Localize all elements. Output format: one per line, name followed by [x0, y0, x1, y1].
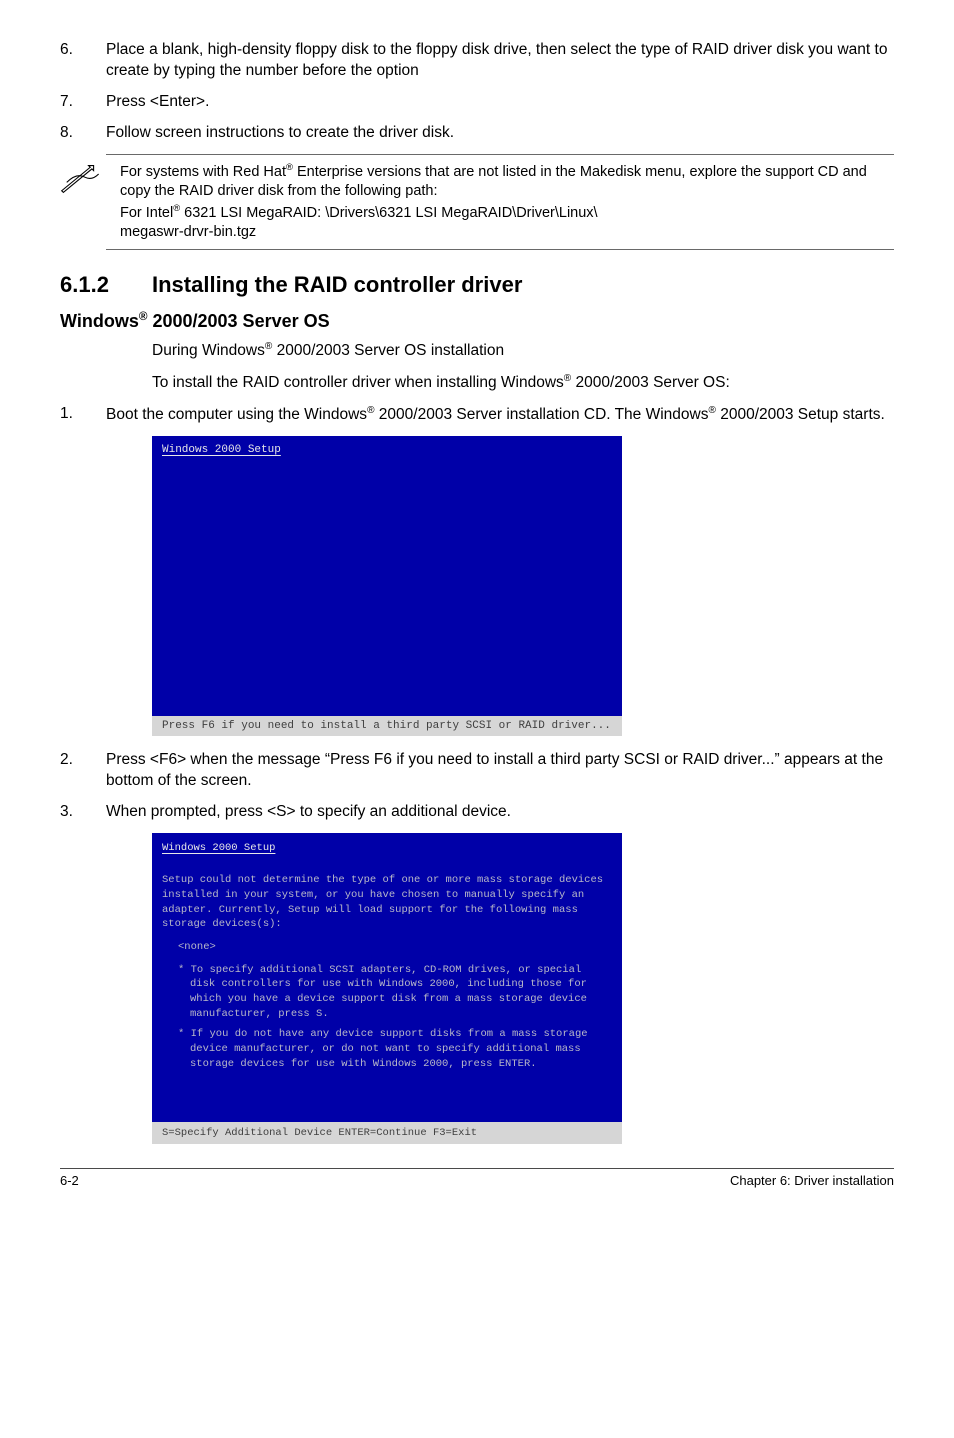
page-footer: 6-2 Chapter 6: Driver installation — [60, 1168, 894, 1188]
bs2-bullet1: * To specify additional SCSI adapters, C… — [178, 963, 612, 1022]
bs2-none: <none> — [178, 940, 612, 955]
note-icon — [60, 161, 120, 243]
subhead-pre: Windows — [60, 311, 139, 331]
setup-screenshot-2: Windows 2000 Setup Setup could not deter… — [152, 833, 894, 1145]
bs2-footer: S=Specify Additional Device ENTER=Contin… — [152, 1122, 622, 1145]
section-title: Installing the RAID controller driver — [152, 272, 522, 298]
footer-right: Chapter 6: Driver installation — [730, 1173, 894, 1188]
step-text: Press <Enter>. — [106, 92, 894, 113]
footer-left: 6-2 — [60, 1173, 79, 1188]
step-number: 7. — [60, 92, 106, 113]
note-line1a: For systems with Red Hat — [120, 164, 286, 180]
step-number: 8. — [60, 123, 106, 144]
bs1-footer: Press F6 if you need to install a third … — [152, 716, 622, 736]
intro-paragraph-2: To install the RAID controller driver wh… — [152, 372, 894, 394]
intro2-pre: To install the RAID controller driver wh… — [152, 374, 564, 391]
note-text: For systems with Red Hat® Enterprise ver… — [120, 161, 894, 243]
intro-paragraph-1: During Windows® 2000/2003 Server OS inst… — [152, 340, 894, 362]
step-number: 6. — [60, 40, 106, 82]
section-heading: 6.1.2 Installing the RAID controller dri… — [60, 272, 894, 298]
step-number: 2. — [60, 750, 106, 792]
step-2: 2. Press <F6> when the message “Press F6… — [60, 750, 894, 792]
step-6: 6. Place a blank, high-density floppy di… — [60, 40, 894, 82]
reg-mark: ® — [708, 405, 715, 416]
intro1-post: 2000/2003 Server OS installation — [272, 342, 504, 359]
bs2-bullet2: * If you do not have any device support … — [178, 1027, 612, 1071]
note-block: For systems with Red Hat® Enterprise ver… — [106, 154, 894, 250]
note-line2a: For Intel — [120, 204, 173, 220]
note-line3: megaswr-drvr-bin.tgz — [120, 224, 256, 240]
step-text: Place a blank, high-density floppy disk … — [106, 40, 894, 82]
subhead-post: 2000/2003 Server OS — [147, 311, 329, 331]
bs1-title: Windows 2000 Setup — [162, 444, 281, 456]
setup-screenshot-1: Windows 2000 Setup Press F6 if you need … — [152, 436, 894, 736]
step-text: Press <F6> when the message “Press F6 if… — [106, 750, 894, 792]
note-line2b: 6321 LSI MegaRAID: \Drivers\6321 LSI Meg… — [180, 204, 597, 220]
s1a: Boot the computer using the Windows — [106, 406, 367, 423]
s1b: 2000/2003 Server installation CD. The Wi… — [374, 406, 708, 423]
step-7: 7. Press <Enter>. — [60, 92, 894, 113]
s1c: 2000/2003 Setup starts. — [716, 406, 885, 423]
intro2-post: 2000/2003 Server OS: — [571, 374, 730, 391]
step-text: Follow screen instructions to create the… — [106, 123, 894, 144]
bs2-title: Windows 2000 Setup — [152, 833, 622, 874]
step-number: 3. — [60, 802, 106, 823]
bs2-para1: Setup could not determine the type of on… — [162, 873, 612, 932]
intro1-pre: During Windows — [152, 342, 265, 359]
step-text: Boot the computer using the Windows ® 200… — [106, 404, 894, 426]
step-8: 8. Follow screen instructions to create … — [60, 123, 894, 144]
step-3: 3. When prompted, press <S> to specify a… — [60, 802, 894, 823]
reg-mark: ® — [286, 161, 293, 172]
step-1: 1. Boot the computer using the Windows ® … — [60, 404, 894, 426]
sub-heading: Windows® 2000/2003 Server OS — [60, 310, 894, 332]
step-number: 1. — [60, 404, 106, 426]
section-number: 6.1.2 — [60, 272, 152, 298]
step-text: When prompted, press <S> to specify an a… — [106, 802, 894, 823]
